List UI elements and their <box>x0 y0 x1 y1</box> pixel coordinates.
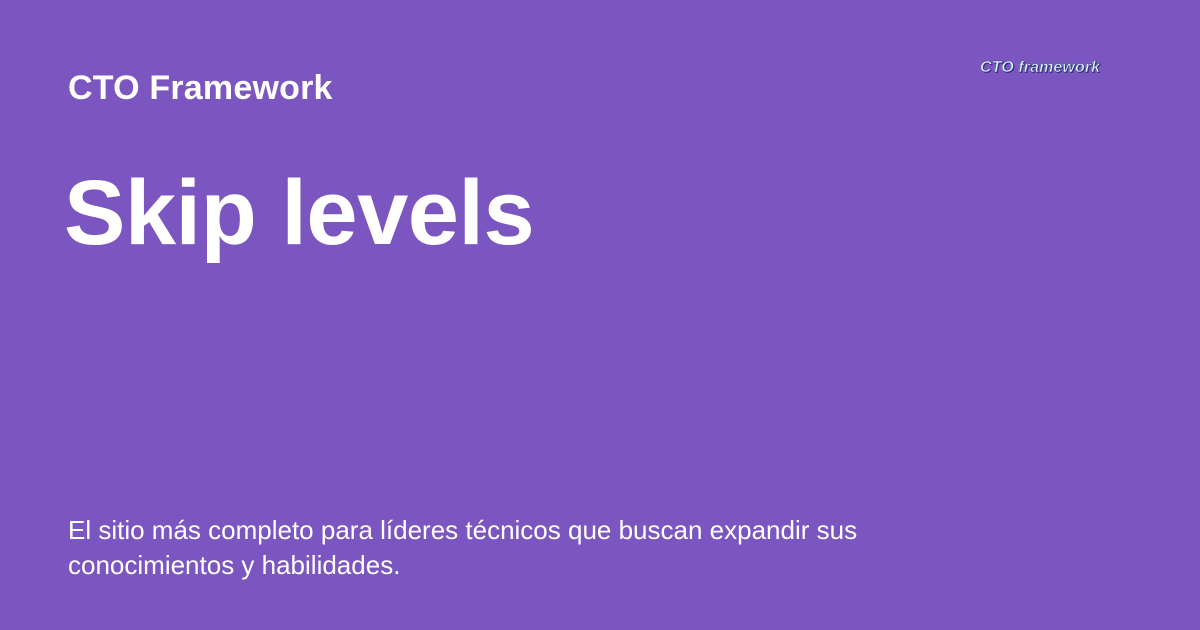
site-description: El sitio más completo para líderes técni… <box>68 515 858 580</box>
site-name: CTO Framework <box>68 69 333 107</box>
page-title: Skip levels <box>64 162 535 264</box>
cto-framework-logo: CTO framework <box>980 59 1101 77</box>
